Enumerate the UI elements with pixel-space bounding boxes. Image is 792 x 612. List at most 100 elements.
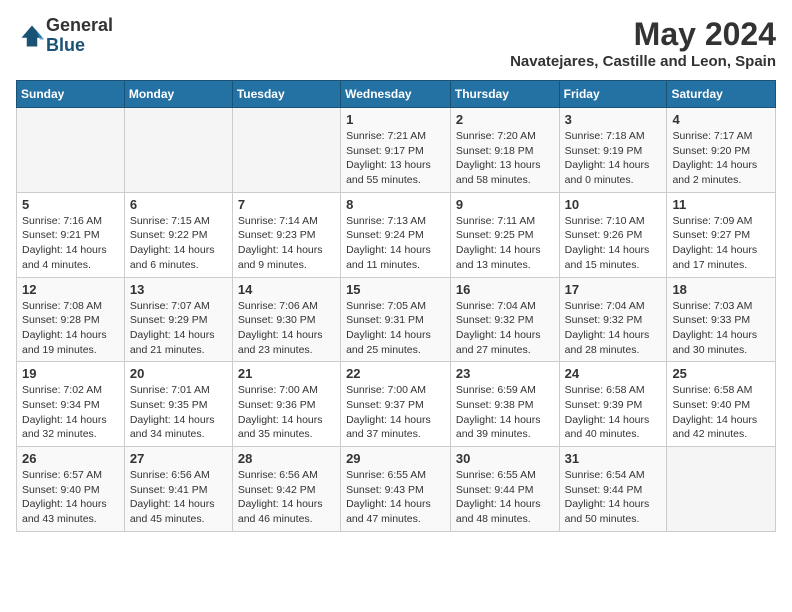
week-row-1: 5Sunrise: 7:16 AM Sunset: 9:21 PM Daylig… — [17, 192, 776, 277]
day-number: 9 — [456, 197, 554, 212]
day-number: 29 — [346, 451, 445, 466]
calendar-cell: 22Sunrise: 7:00 AM Sunset: 9:37 PM Dayli… — [341, 362, 451, 447]
weekday-header-monday: Monday — [124, 81, 232, 108]
calendar-cell — [124, 108, 232, 193]
day-number: 7 — [238, 197, 335, 212]
day-number: 26 — [22, 451, 119, 466]
day-number: 2 — [456, 112, 554, 127]
day-number: 28 — [238, 451, 335, 466]
weekday-header-thursday: Thursday — [450, 81, 559, 108]
calendar-body: 1 Sunrise: 7:21 AM Sunset: 9:17 PM Daylig… — [17, 108, 776, 532]
calendar-cell: 1 Sunrise: 7:21 AM Sunset: 9:17 PM Daylig… — [341, 108, 451, 193]
calendar-cell: 29 Sunrise: 6:55 AM Sunset: 9:43 PM Dayli… — [341, 447, 451, 532]
day-number: 14 — [238, 282, 335, 297]
calendar-cell: 3 Sunrise: 7:18 AM Sunset: 9:19 PM Daylig… — [559, 108, 667, 193]
day-info: Sunrise: 7:07 AM Sunset: 9:29 PM Dayligh… — [130, 299, 227, 358]
day-info: Sunrise: 7:20 AM Sunset: 9:18 PM Dayligh… — [456, 129, 554, 188]
day-info: Sunrise: 7:21 AM Sunset: 9:17 PM Dayligh… — [346, 129, 445, 188]
day-number: 24 — [565, 366, 662, 381]
day-info: Sunrise: 7:14 AM Sunset: 9:23 PM Dayligh… — [238, 214, 335, 273]
day-number: 10 — [565, 197, 662, 212]
calendar-cell: 28Sunrise: 6:56 AM Sunset: 9:42 PM Dayli… — [232, 447, 340, 532]
day-info: Sunrise: 7:00 AM Sunset: 9:37 PM Dayligh… — [346, 383, 445, 442]
day-number: 11 — [672, 197, 770, 212]
day-info: Sunrise: 7:08 AM Sunset: 9:28 PM Dayligh… — [22, 299, 119, 358]
day-info: Sunrise: 7:05 AM Sunset: 9:31 PM Dayligh… — [346, 299, 445, 358]
calendar-cell — [667, 447, 776, 532]
calendar-cell: 27 Sunrise: 6:56 AM Sunset: 9:41 PM Dayli… — [124, 447, 232, 532]
day-info: Sunrise: 6:55 AM Sunset: 9:44 PM Dayligh… — [456, 468, 554, 527]
calendar-header: SundayMondayTuesdayWednesdayThursdayFrid… — [17, 81, 776, 108]
day-info: Sunrise: 7:18 AM Sunset: 9:19 PM Dayligh… — [565, 129, 662, 188]
day-number: 1 — [346, 112, 445, 127]
calendar-cell: 26Sunrise: 6:57 AM Sunset: 9:40 PM Dayli… — [17, 447, 125, 532]
day-info: Sunrise: 7:09 AM Sunset: 9:27 PM Dayligh… — [672, 214, 770, 273]
calendar-cell: 23Sunrise: 6:59 AM Sunset: 9:38 PM Dayli… — [450, 362, 559, 447]
day-info: Sunrise: 6:55 AM Sunset: 9:43 PM Dayligh… — [346, 468, 445, 527]
calendar-cell: 4 Sunrise: 7:17 AM Sunset: 9:20 PM Daylig… — [667, 108, 776, 193]
day-number: 17 — [565, 282, 662, 297]
title-section: May 2024 Navatejares, Castille and Leon,… — [510, 16, 776, 70]
calendar-cell: 17 Sunrise: 7:04 AM Sunset: 9:32 PM Dayli… — [559, 277, 667, 362]
calendar-cell: 15 Sunrise: 7:05 AM Sunset: 9:31 PM Dayli… — [341, 277, 451, 362]
weekday-row: SundayMondayTuesdayWednesdayThursdayFrid… — [17, 81, 776, 108]
day-info: Sunrise: 6:59 AM Sunset: 9:38 PM Dayligh… — [456, 383, 554, 442]
day-number: 8 — [346, 197, 445, 212]
calendar-cell: 11 Sunrise: 7:09 AM Sunset: 9:27 PM Dayli… — [667, 192, 776, 277]
calendar-cell: 8 Sunrise: 7:13 AM Sunset: 9:24 PM Daylig… — [341, 192, 451, 277]
day-number: 16 — [456, 282, 554, 297]
day-info: Sunrise: 7:11 AM Sunset: 9:25 PM Dayligh… — [456, 214, 554, 273]
day-number: 19 — [22, 366, 119, 381]
calendar-cell: 2 Sunrise: 7:20 AM Sunset: 9:18 PM Daylig… — [450, 108, 559, 193]
calendar-cell: 20Sunrise: 7:01 AM Sunset: 9:35 PM Dayli… — [124, 362, 232, 447]
weekday-header-saturday: Saturday — [667, 81, 776, 108]
weekday-header-tuesday: Tuesday — [232, 81, 340, 108]
calendar-cell: 14 Sunrise: 7:06 AM Sunset: 9:30 PM Dayli… — [232, 277, 340, 362]
calendar-cell: 9 Sunrise: 7:11 AM Sunset: 9:25 PM Daylig… — [450, 192, 559, 277]
week-row-0: 1 Sunrise: 7:21 AM Sunset: 9:17 PM Daylig… — [17, 108, 776, 193]
logo-text: General Blue — [46, 16, 113, 56]
day-info: Sunrise: 7:13 AM Sunset: 9:24 PM Dayligh… — [346, 214, 445, 273]
day-info: Sunrise: 7:17 AM Sunset: 9:20 PM Dayligh… — [672, 129, 770, 188]
calendar-cell — [232, 108, 340, 193]
day-number: 12 — [22, 282, 119, 297]
day-number: 3 — [565, 112, 662, 127]
day-info: Sunrise: 6:54 AM Sunset: 9:44 PM Dayligh… — [565, 468, 662, 527]
day-info: Sunrise: 6:56 AM Sunset: 9:41 PM Dayligh… — [130, 468, 227, 527]
calendar-cell — [17, 108, 125, 193]
day-info: Sunrise: 7:04 AM Sunset: 9:32 PM Dayligh… — [565, 299, 662, 358]
logo-icon — [18, 22, 46, 50]
calendar-cell: 30Sunrise: 6:55 AM Sunset: 9:44 PM Dayli… — [450, 447, 559, 532]
page-header: General Blue May 2024 Navatejares, Casti… — [16, 16, 776, 70]
day-info: Sunrise: 7:10 AM Sunset: 9:26 PM Dayligh… — [565, 214, 662, 273]
calendar-cell: 25Sunrise: 6:58 AM Sunset: 9:40 PM Dayli… — [667, 362, 776, 447]
calendar-cell: 16 Sunrise: 7:04 AM Sunset: 9:32 PM Dayli… — [450, 277, 559, 362]
day-info: Sunrise: 6:58 AM Sunset: 9:39 PM Dayligh… — [565, 383, 662, 442]
logo-general-text: General — [46, 16, 113, 36]
calendar-cell: 24 Sunrise: 6:58 AM Sunset: 9:39 PM Dayli… — [559, 362, 667, 447]
calendar-cell: 13Sunrise: 7:07 AM Sunset: 9:29 PM Dayli… — [124, 277, 232, 362]
day-info: Sunrise: 7:00 AM Sunset: 9:36 PM Dayligh… — [238, 383, 335, 442]
day-number: 15 — [346, 282, 445, 297]
logo: General Blue — [16, 16, 113, 56]
day-number: 31 — [565, 451, 662, 466]
weekday-header-friday: Friday — [559, 81, 667, 108]
day-info: Sunrise: 7:02 AM Sunset: 9:34 PM Dayligh… — [22, 383, 119, 442]
month-title: May 2024 — [510, 16, 776, 53]
calendar-cell: 19 Sunrise: 7:02 AM Sunset: 9:34 PM Dayli… — [17, 362, 125, 447]
calendar-cell: 6Sunrise: 7:15 AM Sunset: 9:22 PM Daylig… — [124, 192, 232, 277]
week-row-4: 26Sunrise: 6:57 AM Sunset: 9:40 PM Dayli… — [17, 447, 776, 532]
day-info: Sunrise: 7:06 AM Sunset: 9:30 PM Dayligh… — [238, 299, 335, 358]
day-number: 5 — [22, 197, 119, 212]
day-info: Sunrise: 7:04 AM Sunset: 9:32 PM Dayligh… — [456, 299, 554, 358]
weekday-header-wednesday: Wednesday — [341, 81, 451, 108]
day-number: 27 — [130, 451, 227, 466]
calendar-table: SundayMondayTuesdayWednesdayThursdayFrid… — [16, 80, 776, 532]
week-row-2: 12 Sunrise: 7:08 AM Sunset: 9:28 PM Dayli… — [17, 277, 776, 362]
week-row-3: 19 Sunrise: 7:02 AM Sunset: 9:34 PM Dayli… — [17, 362, 776, 447]
day-number: 4 — [672, 112, 770, 127]
day-number: 18 — [672, 282, 770, 297]
calendar-cell: 21 Sunrise: 7:00 AM Sunset: 9:36 PM Dayli… — [232, 362, 340, 447]
day-number: 21 — [238, 366, 335, 381]
logo-blue-text: Blue — [46, 36, 113, 56]
